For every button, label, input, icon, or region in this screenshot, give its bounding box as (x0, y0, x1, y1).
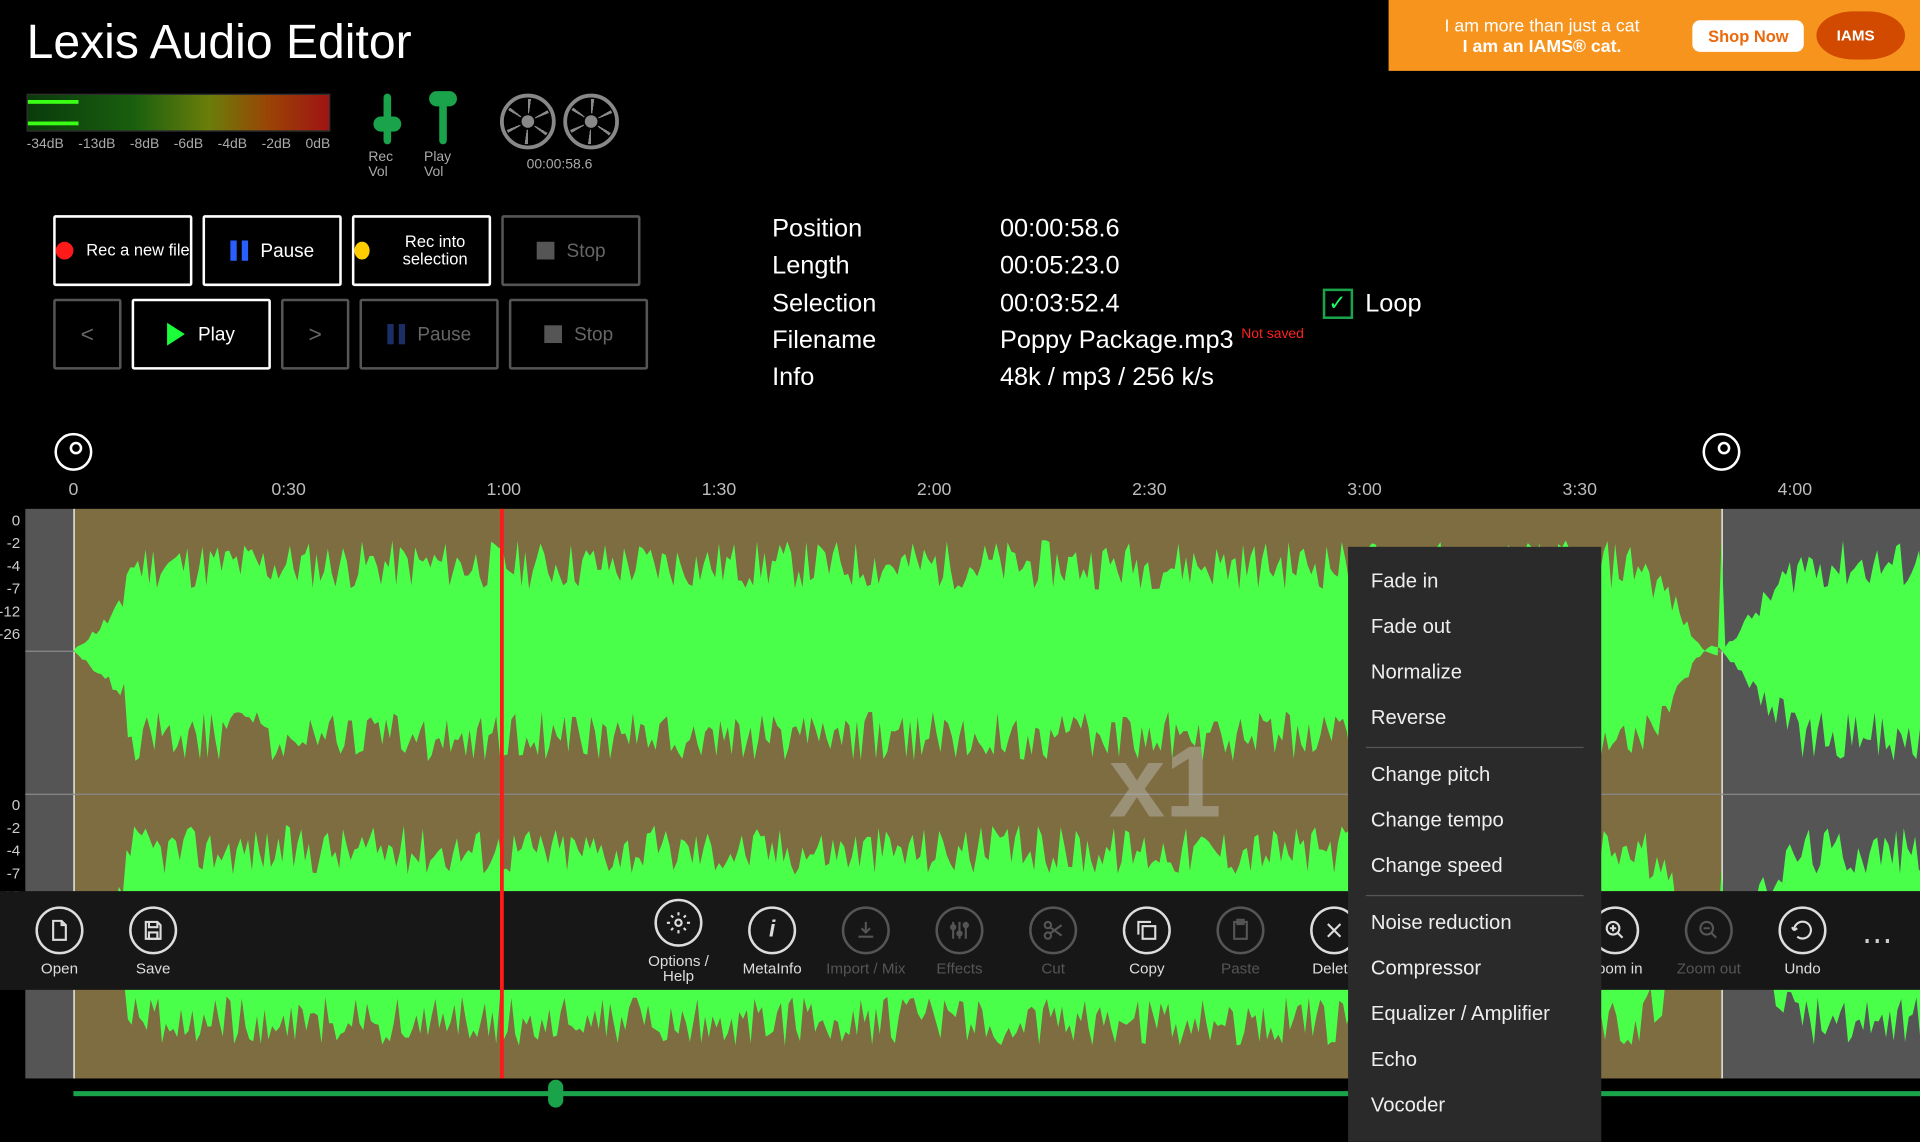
save-button[interactable]: Save (106, 906, 200, 976)
not-saved-badge: Not saved (1241, 327, 1304, 342)
menu-fade-out[interactable]: Fade out (1348, 605, 1601, 651)
menu-compressor[interactable]: Compressor (1348, 947, 1601, 993)
ad-shop-button[interactable]: Shop Now (1693, 20, 1804, 52)
stop-icon (544, 325, 562, 343)
play-vol-label: Play Vol (424, 149, 462, 179)
record-new-file-button[interactable]: Rec a new file (53, 215, 192, 286)
metainfo-button[interactable]: iMetaInfo (725, 906, 819, 976)
length-label: Length (772, 252, 1000, 281)
selection-value: 00:03:52.4 (1000, 289, 1120, 318)
pause-icon (387, 324, 405, 344)
loop-toggle[interactable]: ✓Loop (1322, 289, 1421, 319)
time-ruler: 0 0:30 1:00 1:30 2:00 2:30 3:00 3:30 4:0… (25, 478, 1920, 508)
open-button[interactable]: Open (13, 906, 107, 976)
rec-vol-label: Rec Vol (368, 149, 406, 179)
record-icon (56, 242, 74, 260)
playhead[interactable] (500, 509, 504, 1079)
pause-icon (230, 241, 248, 261)
db-scale-left-top: 0-2-4-7-12-26 (0, 509, 20, 646)
tape-reel-indicator: 00:00:58.6 (500, 94, 619, 172)
rec-volume-slider[interactable]: Rec Vol (368, 94, 406, 180)
import-mix-button: Import / Mix (819, 906, 913, 976)
vu-meter: -34dB-13dB-8dB -6dB-4dB-2dB 0dB (27, 94, 331, 152)
play-stop-button: Stop (509, 299, 648, 370)
seek-prev-button: < (53, 299, 121, 370)
menu-change-tempo[interactable]: Change tempo (1348, 799, 1601, 845)
position-label: Position (772, 215, 1000, 244)
x-icon (1321, 917, 1346, 942)
selection-label: Selection (772, 289, 1000, 318)
menu-normalize[interactable]: Normalize (1348, 651, 1601, 697)
zoom-in-icon (1603, 917, 1628, 942)
vu-db-labels: -34dB-13dB-8dB -6dB-4dB-2dB 0dB (27, 137, 331, 152)
sliders-icon (947, 917, 972, 942)
reel-time: 00:00:58.6 (527, 157, 593, 172)
undo-icon (1790, 917, 1815, 942)
scrub-knob[interactable] (548, 1080, 563, 1108)
waveform-display[interactable]: x1 0-2-4-7-12-26 0-2-4-7-12-26 (25, 509, 1920, 1079)
record-into-selection-button[interactable]: Rec into selection (352, 215, 491, 286)
gear-icon (666, 909, 691, 934)
effects-context-menu: Fade in Fade out Normalize Reverse Chang… (1348, 547, 1601, 1142)
options-button[interactable]: Options / Help (632, 898, 726, 983)
zoom-out-icon (1696, 917, 1721, 942)
paste-button: Paste (1194, 906, 1288, 976)
scissors-icon (1040, 917, 1065, 942)
play-volume-slider[interactable]: Play Vol (424, 94, 462, 180)
ad-banner[interactable]: I am more than just a catI am an IAMS® c… (1389, 0, 1920, 71)
selection-end-marker[interactable] (1703, 433, 1741, 471)
menu-fade-in[interactable]: Fade in (1348, 559, 1601, 605)
position-value: 00:00:58.6 (1000, 215, 1120, 244)
record-stop-button: Stop (501, 215, 640, 286)
stop-icon (536, 242, 554, 260)
filename-label: Filename (772, 327, 1000, 356)
menu-vocoder[interactable]: Vocoder (1348, 1084, 1601, 1130)
seek-next-button: > (281, 299, 349, 370)
undo-button[interactable]: Undo (1756, 906, 1850, 976)
record-pause-button[interactable]: Pause (203, 215, 342, 286)
menu-noise-reduction[interactable]: Noise reduction (1348, 901, 1601, 947)
length-value: 00:05:23.0 (1000, 252, 1120, 281)
play-pause-button: Pause (359, 299, 498, 370)
selection-start-marker[interactable] (54, 433, 92, 471)
record-sel-icon (354, 242, 369, 260)
menu-reverse[interactable]: Reverse (1348, 696, 1601, 742)
filename-value: Poppy Package.mp3Not saved (1000, 327, 1304, 356)
more-button[interactable]: ⋯ (1849, 922, 1907, 959)
menu-change-pitch[interactable]: Change pitch (1348, 753, 1601, 799)
copy-button[interactable]: Copy (1100, 906, 1194, 976)
menu-equalizer[interactable]: Equalizer / Amplifier (1348, 992, 1601, 1038)
zoom-out-button: Zoom out (1662, 906, 1756, 976)
copy-icon (1134, 917, 1159, 942)
info-value: 48k / mp3 / 256 k/s (1000, 363, 1214, 392)
menu-echo[interactable]: Echo (1348, 1038, 1601, 1084)
menu-change-speed[interactable]: Change speed (1348, 844, 1601, 890)
import-icon (853, 917, 878, 942)
info-icon: i (769, 916, 775, 943)
info-label: Info (772, 363, 1000, 392)
bottom-toolbar: Open Save Options / Help iMetaInfo Impor… (0, 891, 1920, 990)
scrub-bar[interactable] (73, 1091, 1920, 1096)
cut-button: Cut (1006, 906, 1100, 976)
ad-text: I am more than just a catI am an IAMS® c… (1404, 15, 1681, 56)
save-icon (141, 917, 166, 942)
file-open-icon (47, 917, 72, 942)
clipboard-icon (1228, 917, 1253, 942)
checkbox-checked-icon: ✓ (1322, 289, 1352, 319)
ad-logo (1816, 11, 1905, 59)
play-button[interactable]: Play (132, 299, 271, 370)
app-title: Lexis Audio Editor (27, 16, 412, 70)
effects-button: Effects (913, 906, 1007, 976)
play-icon (168, 323, 186, 346)
waveform-svg (25, 509, 1920, 1079)
